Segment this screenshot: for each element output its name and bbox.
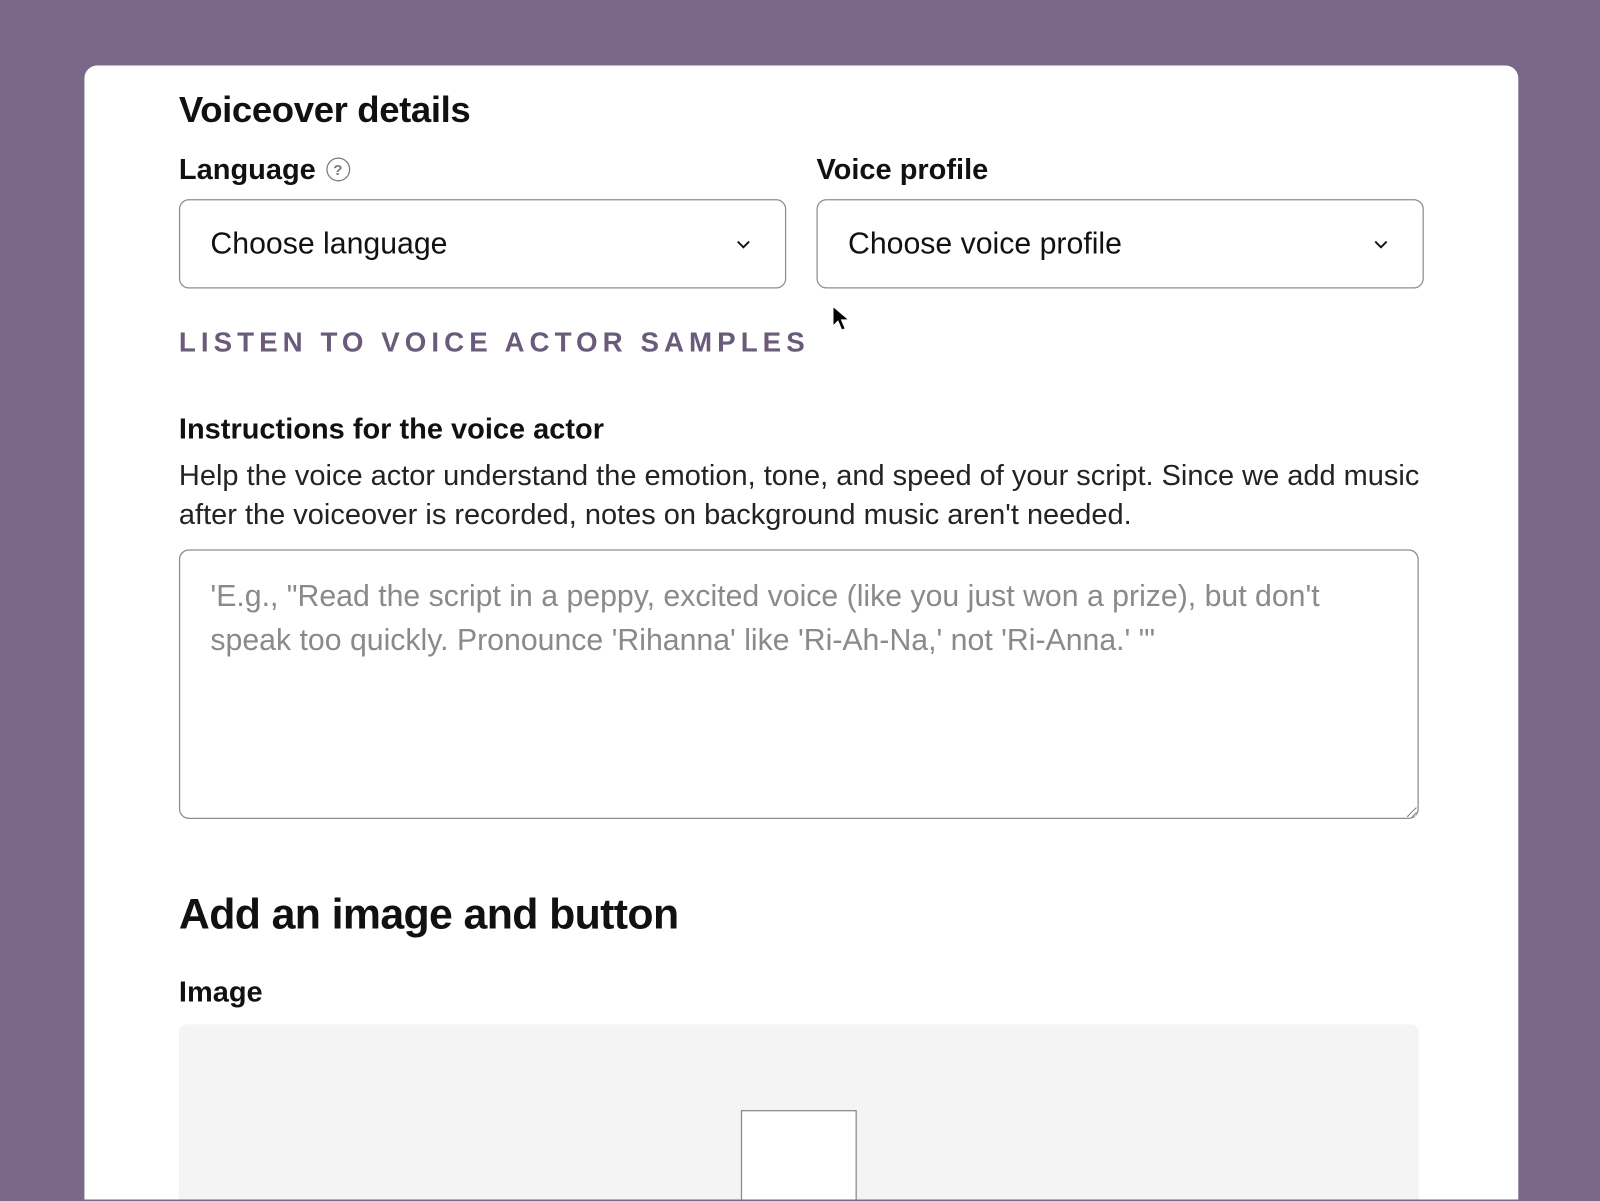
language-voice-row: Language ? Choose language Voice profile… [179,152,1424,288]
help-icon[interactable]: ? [326,158,350,182]
form-card: Voiceover details Language ? Choose lang… [84,66,1518,1200]
image-label: Image [179,975,1424,1009]
instructions-help-text: Help the voice actor understand the emot… [179,456,1424,534]
voice-profile-label: Voice profile [816,152,1423,186]
voice-profile-select[interactable]: Choose voice profile [816,199,1423,288]
language-label-text: Language [179,152,316,186]
chevron-down-icon [1370,232,1393,255]
voice-profile-select-value: Choose voice profile [848,226,1122,261]
voice-profile-field: Voice profile Choose voice profile [816,152,1423,288]
language-label: Language ? [179,152,786,186]
instructions-label: Instructions for the voice actor [179,412,1424,446]
image-placeholder-icon [741,1110,857,1199]
voiceover-details-heading: Voiceover details [179,91,1424,133]
language-field: Language ? Choose language [179,152,786,288]
language-select[interactable]: Choose language [179,199,786,288]
voice-profile-label-text: Voice profile [816,152,988,186]
add-image-button-heading: Add an image and button [179,891,1424,940]
listen-samples-link[interactable]: LISTEN TO VOICE ACTOR SAMPLES [179,326,1424,359]
image-dropzone[interactable] [179,1024,1419,1199]
instructions-textarea[interactable] [179,549,1419,819]
chevron-down-icon [732,232,755,255]
language-select-value: Choose language [210,226,447,261]
